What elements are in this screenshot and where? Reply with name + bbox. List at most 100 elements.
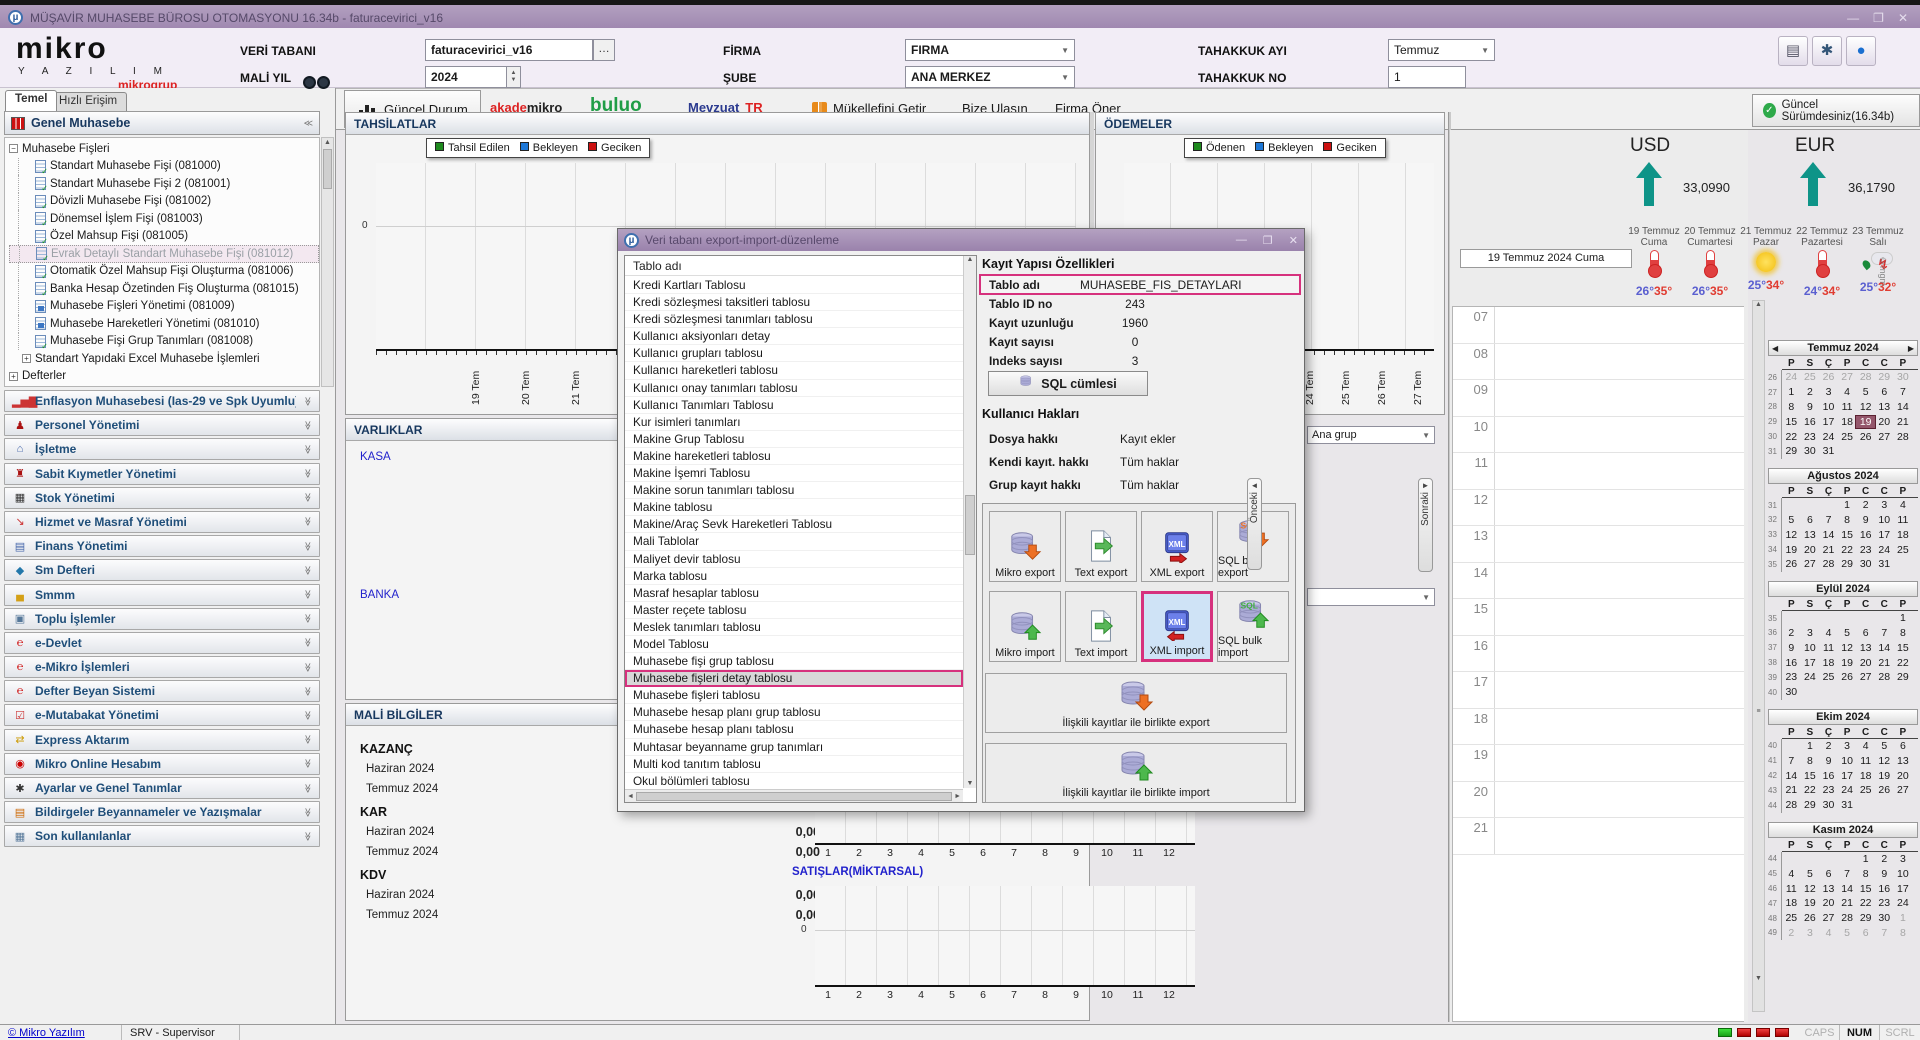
calendar-day[interactable]: 15 xyxy=(1856,883,1875,895)
tree-item[interactable]: Muhasebe Fişleri Yönetimi (081009) xyxy=(9,298,319,316)
calendar-day[interactable]: 4 xyxy=(1838,386,1857,398)
calendar-day[interactable]: 17 xyxy=(1894,883,1913,895)
chevron-expand-icon[interactable]: ≫ xyxy=(302,783,313,792)
sidebar-section[interactable]: ⌂İşletme≫ xyxy=(4,438,320,460)
calendar-day[interactable]: 16 xyxy=(1875,883,1894,895)
table-list-row[interactable]: Kredi sözleşmesi tanımları tablosu xyxy=(625,311,963,328)
calendar-day[interactable]: 28 xyxy=(1875,671,1894,683)
close-icon[interactable]: ✕ xyxy=(1289,234,1298,247)
calendar-day[interactable]: 17 xyxy=(1838,770,1857,782)
calendar-day[interactable]: 13 xyxy=(1801,529,1820,541)
calendar-day[interactable]: 10 xyxy=(1838,755,1857,767)
tree-item[interactable]: Dönemsel İşlem Fişi (081003) xyxy=(9,210,319,228)
related-records-export-button[interactable]: İlişkili kayıtlar ile birlikte export xyxy=(985,673,1287,733)
planner-hour-row[interactable]: 18 xyxy=(1453,709,1744,746)
maximize-icon[interactable]: ❐ xyxy=(1263,234,1273,247)
planner-hour-row[interactable]: 13 xyxy=(1453,526,1744,563)
tree-item[interactable]: Banka Hesap Özetinden Fiş Oluşturma (081… xyxy=(9,280,319,298)
calendar-day[interactable]: 26 xyxy=(1819,371,1838,383)
calendar-day[interactable]: 26 xyxy=(1856,431,1875,443)
calendar-day[interactable]: 8 xyxy=(1782,401,1801,413)
version-status-button[interactable]: ✓ Güncel Sürümdesiniz(16.34b) xyxy=(1752,94,1920,127)
calendar-day[interactable]: 13 xyxy=(1894,755,1913,767)
calendar-day[interactable]: 12 xyxy=(1782,529,1801,541)
calendar-day[interactable]: 26 xyxy=(1801,912,1820,924)
calendar-day[interactable]: 4 xyxy=(1856,740,1875,752)
calendar-day[interactable]: 29 xyxy=(1894,671,1913,683)
chevron-expand-icon[interactable]: ≫ xyxy=(302,614,313,623)
calendar-day[interactable]: 7 xyxy=(1894,386,1913,398)
tree-root-defterler[interactable]: + Defterler xyxy=(9,368,319,386)
table-list-row[interactable]: Mali Tablolar xyxy=(625,533,963,550)
calendar-day[interactable]: 6 xyxy=(1856,927,1875,939)
calendar-day[interactable]: 28 xyxy=(1856,371,1875,383)
sidebar-section[interactable]: ◆Sm Defteri≫ xyxy=(4,559,320,581)
sql-bulk-import-button[interactable]: SQLSQL bulk import xyxy=(1217,591,1289,662)
chevron-expand-icon[interactable]: ≫ xyxy=(302,396,313,405)
calendar-day[interactable]: 6 xyxy=(1894,740,1913,752)
calendar-day[interactable]: 25 xyxy=(1782,912,1801,924)
table-list-row[interactable]: Kullanıcı onay tanımları tablosu xyxy=(625,380,963,397)
chevron-expand-icon[interactable]: ≫ xyxy=(302,638,313,647)
calendar-day[interactable]: 23 xyxy=(1819,784,1838,796)
sidebar-section[interactable]: ♜Sabit Kıymetler Yönetimi≫ xyxy=(4,463,320,485)
calendar-day[interactable]: 15 xyxy=(1782,416,1801,428)
calendar-day[interactable]: 24 xyxy=(1782,371,1801,383)
chevron-expand-icon[interactable]: ≫ xyxy=(302,832,313,841)
calendar-day[interactable]: 18 xyxy=(1856,770,1875,782)
expand-plus-icon[interactable]: + xyxy=(22,354,31,363)
calendar-day[interactable]: 4 xyxy=(1819,627,1838,639)
planner-hour-row[interactable]: 21 xyxy=(1453,818,1744,855)
minimize-icon[interactable]: — xyxy=(1236,234,1247,246)
expand-plus-icon[interactable]: + xyxy=(9,372,18,381)
table-list-row[interactable]: Masraf hesaplar tablosu xyxy=(625,585,963,602)
sidebar-section[interactable]: ◉Mikro Online Hesabım≫ xyxy=(4,753,320,775)
calendar-day[interactable]: 24 xyxy=(1801,671,1820,683)
day-planner[interactable]: 070809101112131415161718192021 xyxy=(1452,306,1744,1022)
planner-hour-row[interactable]: 15 xyxy=(1453,599,1744,636)
calendar-day[interactable]: 28 xyxy=(1838,912,1857,924)
calendar-day[interactable]: 17 xyxy=(1875,529,1894,541)
calendar-day[interactable]: 7 xyxy=(1819,514,1838,526)
calendar-day[interactable]: 13 xyxy=(1856,642,1875,654)
planner-hour-row[interactable]: 08 xyxy=(1453,344,1744,381)
chevron-expand-icon[interactable]: ≫ xyxy=(302,420,313,429)
calendar-day[interactable]: 6 xyxy=(1819,868,1838,880)
sidebar-section[interactable]: ▦Son kullanılanlar≫ xyxy=(4,825,320,847)
table-list-row[interactable]: Muhasebe fişleri tablosu xyxy=(625,687,963,704)
calendar-day[interactable]: 12 xyxy=(1801,883,1820,895)
calendar-day[interactable]: 14 xyxy=(1875,642,1894,654)
calendar-day[interactable]: 23 xyxy=(1782,671,1801,683)
table-list-row[interactable]: Kullanıcı Tanımları Tablosu xyxy=(625,397,963,414)
calendar-day[interactable]: 27 xyxy=(1838,371,1857,383)
calendar-day[interactable]: 9 xyxy=(1801,401,1820,413)
firma-select[interactable]: FIRMA▼ xyxy=(905,39,1075,61)
planner-hour-row[interactable]: 19 xyxy=(1453,745,1744,782)
calendar-day[interactable]: 17 xyxy=(1801,657,1820,669)
sidebar-section[interactable]: ♟Personel Yönetimi≫ xyxy=(4,414,320,436)
calendar-day[interactable]: 8 xyxy=(1838,514,1857,526)
calendar-day[interactable]: 24 xyxy=(1819,431,1838,443)
calendar-day[interactable]: 11 xyxy=(1856,755,1875,767)
chevron-expand-icon[interactable]: ≫ xyxy=(302,493,313,502)
calendar-day[interactable]: 22 xyxy=(1838,544,1857,556)
calendar-day[interactable]: 22 xyxy=(1856,897,1875,909)
sidebar-section[interactable]: ▤Bildirgeler Beyannameler ve Yazışmalar≫ xyxy=(4,801,320,823)
calendar-day[interactable]: 22 xyxy=(1782,431,1801,443)
calendar-day[interactable]: 30 xyxy=(1801,445,1820,457)
chevron-expand-icon[interactable]: ≫ xyxy=(302,711,313,720)
table-list-row[interactable]: Master reçete tablosu xyxy=(625,602,963,619)
calendar-day[interactable]: 28 xyxy=(1782,799,1801,811)
calendar-day[interactable]: 3 xyxy=(1894,853,1913,865)
calendar-day[interactable]: 5 xyxy=(1875,740,1894,752)
tab-temel[interactable]: Temel xyxy=(5,90,57,111)
table-list-row[interactable]: Multi kod tanıtım tablosu xyxy=(625,756,963,773)
table-list-vscrollbar[interactable]: ▲▼ xyxy=(963,256,976,788)
calendar-day[interactable]: 5 xyxy=(1801,868,1820,880)
calendar-day[interactable]: 1 xyxy=(1894,912,1913,924)
table-list-hscrollbar[interactable]: ◄► xyxy=(625,789,963,802)
calendar-day[interactable]: 20 xyxy=(1856,657,1875,669)
calendar-day[interactable]: 6 xyxy=(1801,514,1820,526)
calendar-day[interactable]: 26 xyxy=(1838,671,1857,683)
calendar-day[interactable]: 24 xyxy=(1875,544,1894,556)
